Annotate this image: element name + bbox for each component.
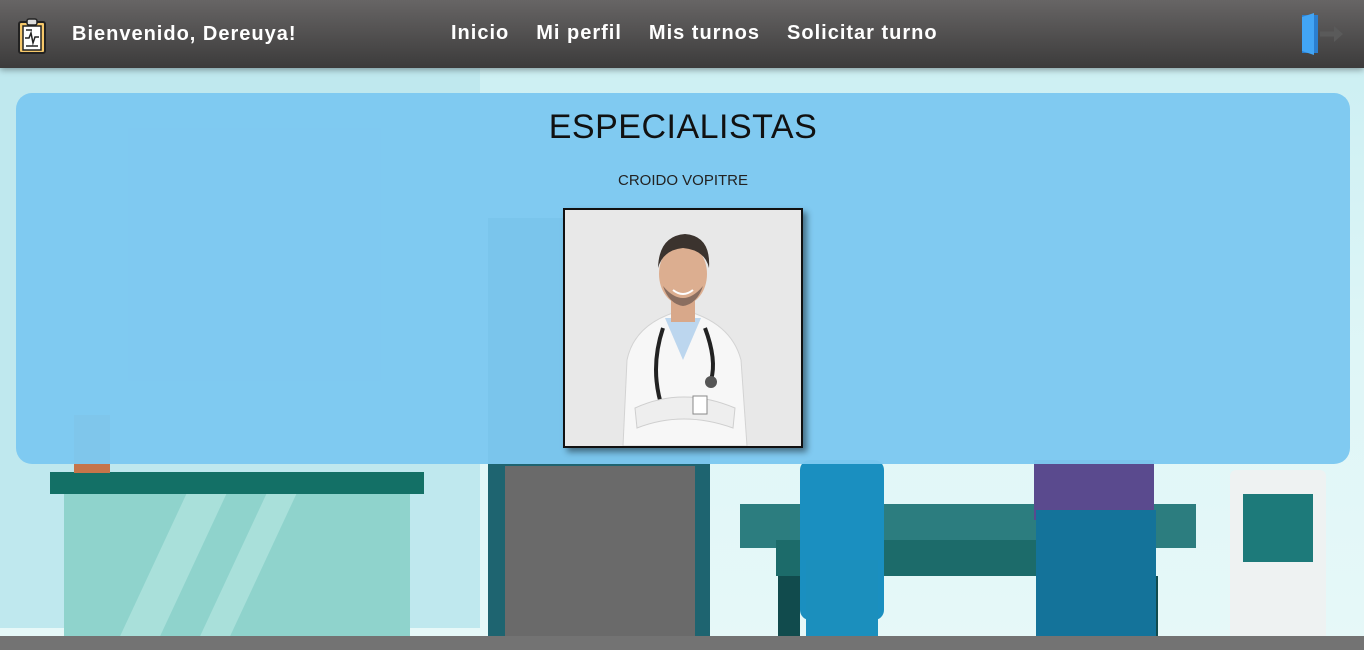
- doctor-photo[interactable]: [563, 208, 803, 448]
- logout-door-icon[interactable]: [1300, 13, 1344, 55]
- clipboard-medical-icon[interactable]: [18, 18, 46, 54]
- specialists-panel: ESPECIALISTAS CROIDO VOPITRE: [16, 93, 1350, 464]
- nav-links: Inicio Mi perfil Mis turnos Solicitar tu…: [451, 22, 938, 45]
- nav-link-solicitar-turno[interactable]: Solicitar turno: [787, 22, 938, 45]
- top-navbar: Bienvenido, Dereuya! Inicio Mi perfil Mi…: [0, 0, 1364, 68]
- page-title: ESPECIALISTAS: [548, 108, 818, 146]
- nav-link-mis-turnos[interactable]: Mis turnos: [649, 22, 760, 45]
- doctor-name: CROIDO VOPITRE: [617, 172, 748, 189]
- nav-link-inicio[interactable]: Inicio: [451, 22, 509, 45]
- welcome-message: Bienvenido, Dereuya!: [72, 23, 297, 45]
- nav-link-mi-perfil[interactable]: Mi perfil: [536, 22, 622, 45]
